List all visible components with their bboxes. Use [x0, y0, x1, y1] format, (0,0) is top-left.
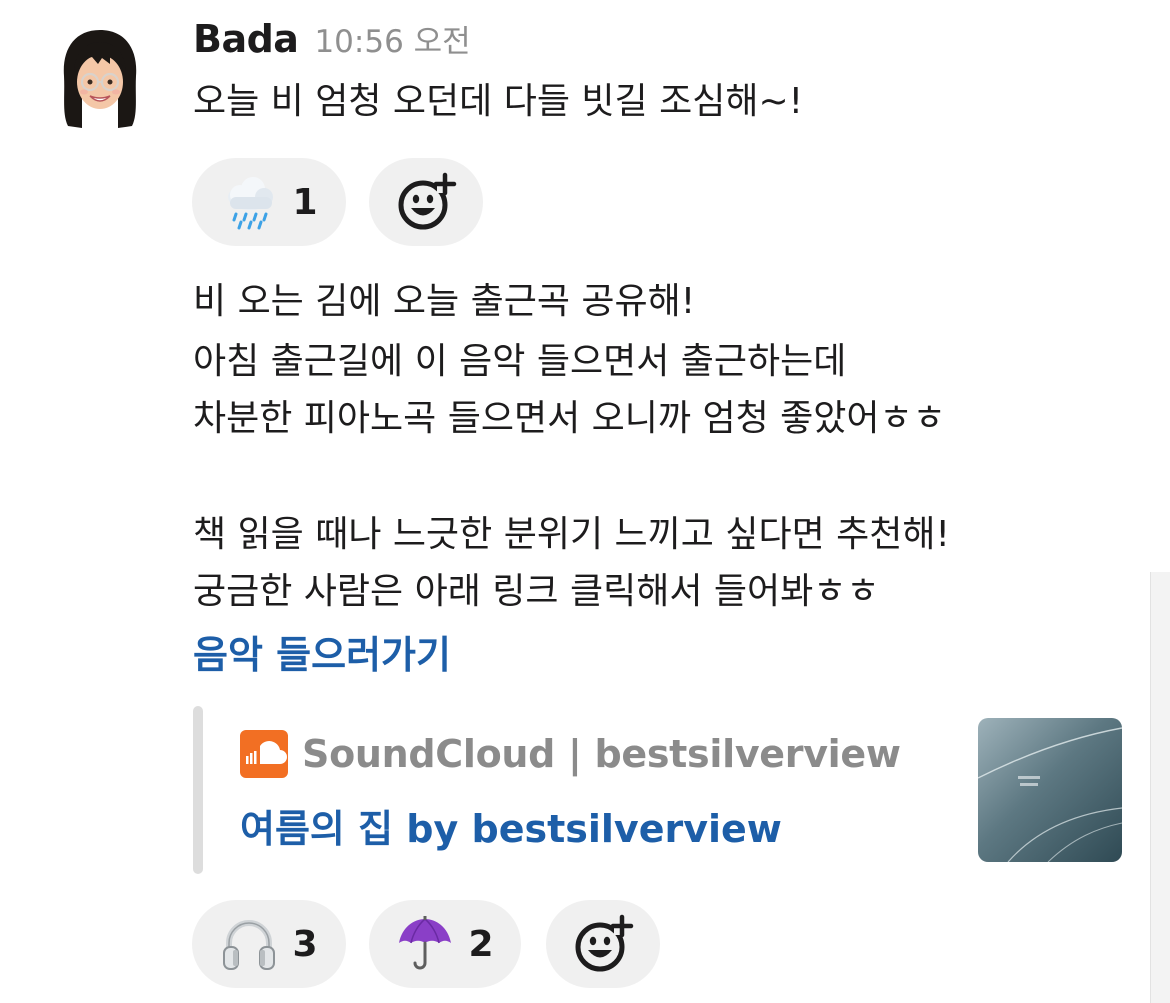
album-cover-icon	[978, 718, 1122, 862]
headphones-icon	[223, 920, 276, 970]
music-link[interactable]: 음악 들으러가기	[193, 624, 451, 679]
unfurl-bar	[193, 706, 203, 874]
soundcloud-icon	[240, 730, 288, 778]
reaction-umbrella[interactable]: 2	[369, 900, 521, 988]
reaction-count: 1	[292, 181, 318, 223]
message-header: Bada 10:56 오전	[193, 16, 471, 61]
message: Bada 10:56 오전 오늘 비 엄청 오던데 다들 빗길 조심해~! 1	[0, 0, 1170, 1003]
unfurl-source-text[interactable]: SoundCloud | bestsilverview	[302, 732, 901, 776]
unfurl-title[interactable]: 여름의 집 by bestsilverview	[240, 798, 782, 853]
timestamp[interactable]: 10:56 오전	[314, 16, 470, 61]
reaction-count: 3	[292, 923, 318, 965]
body-line: 아침 출근길에 이 음악 들으면서 출근하는데	[193, 341, 847, 382]
add-emoji-icon	[575, 914, 634, 972]
body-line: 궁금한 사람은 아래 링크 클릭해서 들어봐ㅎㅎ	[193, 571, 880, 612]
memoji-avatar-icon	[63, 30, 137, 128]
avatar[interactable]	[52, 24, 148, 130]
sender-name[interactable]: Bada	[193, 17, 299, 61]
body-line: 비 오는 김에 오늘 출근곡 공유해!	[193, 281, 696, 322]
body-line: 책 읽을 때나 느긋한 분위기 느끼고 싶다면 추천해!	[193, 514, 950, 555]
add-reaction-button[interactable]	[369, 158, 483, 246]
reaction-headphones[interactable]: 3	[192, 900, 346, 988]
add-emoji-icon	[398, 172, 457, 230]
scrollbar[interactable]	[1150, 572, 1170, 1003]
unfurl-source[interactable]: SoundCloud | bestsilverview	[240, 730, 901, 778]
rain-cloud-icon	[228, 177, 274, 230]
reaction-count: 2	[468, 923, 494, 965]
unfurl-thumbnail[interactable]	[978, 718, 1122, 862]
reaction-rain-cloud[interactable]: 1	[192, 158, 346, 246]
umbrella-icon	[399, 916, 452, 970]
message-text: 오늘 비 엄청 오던데 다들 빗길 조심해~!	[193, 81, 804, 122]
body-line: 차분한 피아노곡 들으면서 오니까 엄청 좋았어ㅎㅎ	[193, 398, 946, 439]
add-reaction-button[interactable]	[546, 900, 660, 988]
